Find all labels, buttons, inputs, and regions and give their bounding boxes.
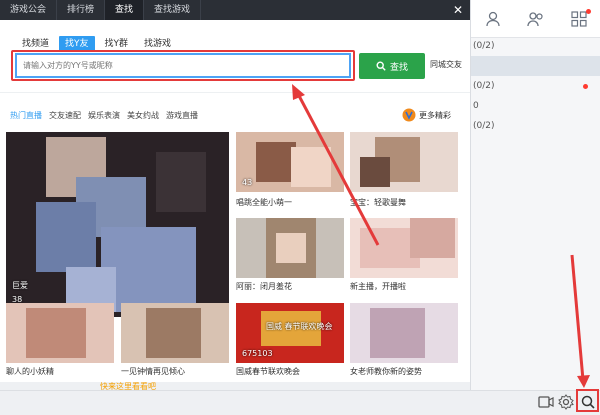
find-button[interactable]: 查找 bbox=[359, 53, 425, 79]
card-overlay-title: 国威 春节联欢晚会 bbox=[266, 322, 333, 331]
category-beauty-battle[interactable]: 美女约战 bbox=[127, 110, 159, 121]
group-count: (0/2) bbox=[473, 121, 495, 131]
card-caption: 聊人的小妖精 bbox=[6, 367, 54, 376]
live-thumbnail bbox=[121, 303, 229, 363]
live-thumbnail bbox=[350, 218, 458, 278]
card-caption: 唱跳全能小萌一 bbox=[236, 198, 292, 207]
viewer-count: 675103 bbox=[242, 349, 273, 358]
notification-dot bbox=[583, 84, 588, 89]
more-logo-icon bbox=[402, 108, 416, 122]
group-count: (0/2) bbox=[473, 81, 495, 91]
right-panel-tabs bbox=[471, 0, 600, 38]
card-caption: 阿丽：闭月羞花 bbox=[236, 282, 292, 291]
contact-group-row[interactable]: (0/2) bbox=[471, 36, 600, 56]
apps-icon[interactable] bbox=[564, 4, 594, 34]
category-dating[interactable]: 交友速配 bbox=[49, 110, 81, 121]
overlay-title: 巨爱 bbox=[12, 281, 28, 290]
category-tabs: 热门直播 交友速配 娱乐表演 美女约战 游戏直播 bbox=[10, 110, 198, 121]
category-hot-live[interactable]: 热门直播 bbox=[10, 110, 42, 121]
live-card[interactable]: 一见钟情再见倾心 bbox=[121, 303, 229, 379]
bottom-bar bbox=[0, 390, 600, 415]
contact-group-row[interactable] bbox=[471, 56, 600, 76]
card-caption: 一见钟情再见倾心 bbox=[121, 367, 185, 376]
settings-icon[interactable] bbox=[557, 393, 575, 411]
contacts-icon[interactable] bbox=[478, 4, 508, 34]
find-panel: 找频道 找Y友 找Y群 找游戏 查找 同城交友 热门直播 交友速配 娱乐表演 美… bbox=[0, 20, 470, 382]
group-count: 0 bbox=[473, 101, 479, 111]
live-card[interactable]: 国威 春节联欢晚会 675103 国威春节联欢晚会 bbox=[236, 303, 344, 379]
group-icon[interactable] bbox=[521, 4, 551, 34]
tab-find-game[interactable]: 查找游戏 bbox=[144, 0, 202, 20]
divider bbox=[0, 92, 470, 93]
tab-game-guild[interactable]: 游戏公会 bbox=[0, 0, 58, 20]
live-thumbnail bbox=[6, 132, 229, 317]
contact-group-row[interactable]: (0/2) bbox=[471, 76, 600, 96]
contact-group-row[interactable]: 0 bbox=[471, 96, 600, 116]
live-thumbnail bbox=[6, 303, 114, 363]
card-caption: 新主播，开播啦 bbox=[350, 282, 406, 291]
live-card[interactable]: 女老师教你新的姿势 bbox=[350, 303, 458, 379]
notification-dot bbox=[586, 8, 592, 14]
highlight-box bbox=[576, 389, 599, 412]
find-button-label: 查找 bbox=[389, 62, 408, 73]
city-friends-link[interactable]: 同城交友 bbox=[430, 59, 462, 70]
close-icon[interactable]: ✕ bbox=[450, 2, 466, 18]
live-card[interactable]: 阿丽：闭月羞花 bbox=[236, 218, 344, 294]
card-caption: 宝宝：轻歌曼舞 bbox=[350, 198, 406, 207]
contact-group-row[interactable]: (0/2) bbox=[471, 116, 600, 136]
live-card[interactable]: 43 唱跳全能小萌一 bbox=[236, 132, 344, 217]
search-icon bbox=[376, 61, 386, 71]
right-panel: (0/2) (0/2) 0 (0/2) bbox=[470, 0, 600, 390]
top-nav: 游戏公会 排行榜 查找 查找游戏 ✕ bbox=[0, 0, 470, 20]
highlight-box bbox=[11, 50, 355, 81]
live-thumbnail bbox=[236, 218, 344, 278]
live-thumbnail bbox=[350, 303, 458, 363]
tab-find[interactable]: 查找 bbox=[105, 0, 145, 20]
viewer-count: 43 bbox=[242, 178, 253, 187]
tab-leaderboard[interactable]: 排行榜 bbox=[57, 0, 106, 20]
category-game-live[interactable]: 游戏直播 bbox=[166, 110, 198, 121]
more-link[interactable]: 更多精彩 bbox=[402, 108, 451, 122]
live-card[interactable]: 聊人的小妖精 bbox=[6, 303, 114, 379]
card-caption: 女老师教你新的姿势 bbox=[350, 367, 422, 376]
more-label: 更多精彩 bbox=[419, 110, 451, 120]
category-entertainment[interactable]: 娱乐表演 bbox=[88, 110, 120, 121]
card-caption: 国威春节联欢晚会 bbox=[236, 367, 300, 376]
live-card[interactable]: 新主播，开播啦 bbox=[350, 218, 458, 294]
live-thumbnail bbox=[350, 132, 458, 192]
live-card[interactable]: 巨爱 38 bbox=[6, 132, 229, 317]
video-icon[interactable] bbox=[537, 393, 555, 411]
live-card[interactable]: 宝宝：轻歌曼舞 bbox=[350, 132, 458, 217]
live-thumbnail bbox=[236, 132, 344, 192]
group-count: (0/2) bbox=[473, 41, 495, 51]
